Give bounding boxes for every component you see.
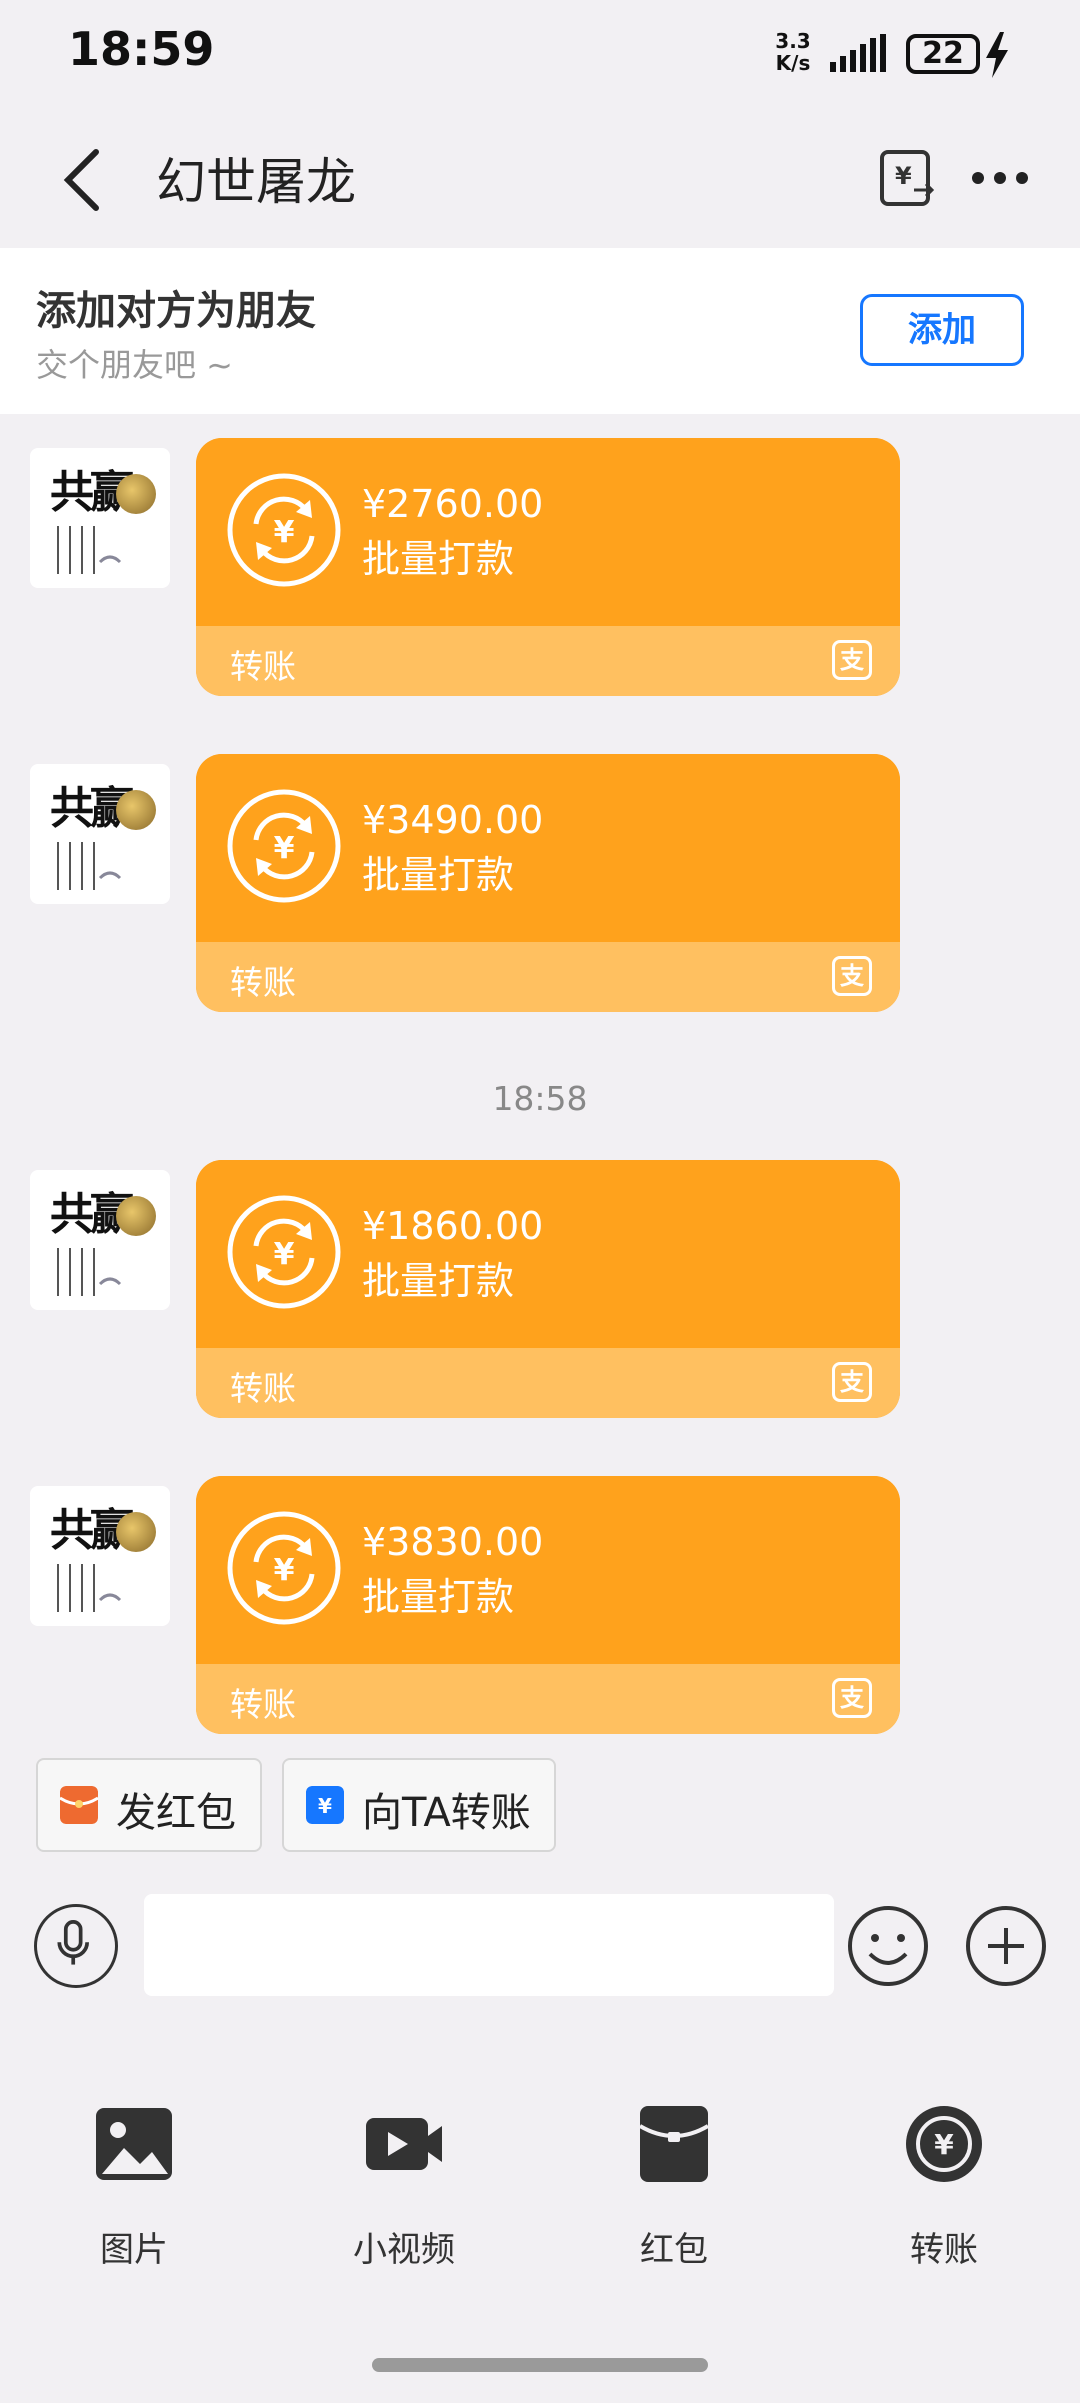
svg-text:¥: ¥ [934, 2128, 954, 2161]
back-icon[interactable] [56, 140, 116, 220]
avatar-moon-graphic [116, 1196, 156, 1236]
avatar-calligraphy-graphic [57, 842, 122, 890]
banner-title: 添加对方为朋友 [36, 288, 316, 334]
status-time: 18:59 [68, 22, 215, 76]
transfer-description: 批量打款 [362, 1259, 515, 1303]
extension-panel: 图片 小视频 红包 ¥ 转账 [0, 2014, 1080, 2403]
transfer-card[interactable]: ¥ ¥2760.00 批量打款 转账 支 [196, 438, 900, 696]
avatar[interactable]: 共赢 [30, 1170, 170, 1310]
panel-item-image[interactable]: 图片 [24, 2104, 244, 2304]
transfer-label: 转账 [230, 647, 296, 686]
svg-text:¥: ¥ [274, 1237, 295, 1272]
send-red-envelope-label: 发红包 [116, 1790, 236, 1836]
transfer-yuan-icon: ¥ [227, 1195, 341, 1309]
avatar-calligraphy-graphic [57, 526, 122, 574]
alipay-icon: 支 [832, 640, 872, 680]
transfer-message: 共赢 ¥ ¥3830.00 批量打款 转账 支 [0, 1476, 1080, 1734]
red-packet-icon [638, 2106, 710, 2182]
transfer-card-body: ¥ ¥2760.00 批量打款 [196, 438, 900, 626]
microphone-icon [57, 1920, 89, 1965]
emoji-icon[interactable] [846, 1904, 930, 1988]
transfer-card-body: ¥ ¥3490.00 批量打款 [196, 754, 900, 942]
transfer-label: 转账 [230, 1369, 296, 1408]
image-icon [96, 2108, 172, 2180]
transfer-amount: ¥3490.00 [362, 798, 544, 842]
transfer-message: 共赢 ¥ ¥1860.00 批量打款 转账 支 [0, 1160, 1080, 1420]
panel-item-red-packet[interactable]: 红包 [564, 2104, 784, 2304]
add-friend-banner: 添加对方为朋友 交个朋友吧 ~ 添加 [0, 248, 1080, 414]
panel-item-label: 图片 [100, 2230, 168, 2270]
svg-text:¥: ¥ [274, 1553, 295, 1588]
message-input-bar [0, 1864, 1080, 2014]
panel-item-label: 红包 [640, 2230, 708, 2270]
transfer-description: 批量打款 [362, 853, 515, 897]
red-envelope-icon [60, 1786, 98, 1824]
alipay-icon: 支 [832, 1678, 872, 1718]
signal-icon [830, 34, 886, 72]
banner-subtitle: 交个朋友吧 ~ [36, 346, 233, 384]
avatar-calligraphy-graphic [57, 1248, 122, 1296]
transfer-card-footer: 转账 支 [196, 1664, 900, 1734]
avatar[interactable]: 共赢 [30, 448, 170, 588]
transfer-to-ta-button[interactable]: ¥ 向TA转账 [282, 1758, 556, 1852]
message-input[interactable] [144, 1894, 834, 1996]
chat-title: 幻世屠龙 [156, 153, 356, 211]
transfer-amount: ¥2760.00 [362, 482, 544, 526]
avatar-calligraphy-graphic [57, 1564, 122, 1612]
transfer-icon: ¥ [306, 1786, 344, 1824]
avatar-moon-graphic [116, 474, 156, 514]
alipay-icon: 支 [832, 1362, 872, 1402]
transfer-card[interactable]: ¥ ¥3830.00 批量打款 转账 支 [196, 1476, 900, 1734]
transfer-card-footer: 转账 支 [196, 942, 900, 1012]
more-options-icon[interactable] [968, 166, 1032, 190]
battery-indicator: 22 [906, 34, 980, 74]
transfer-card[interactable]: ¥ ¥3490.00 批量打款 转账 支 [196, 754, 900, 1012]
transfer-description: 批量打款 [362, 1575, 515, 1619]
chat-messages[interactable]: 共赢 ¥ ¥2760.00 批量打款 转账 支 共赢 ¥ ¥3490.00 批量… [0, 414, 1080, 1734]
charging-icon [986, 32, 1008, 78]
message-timestamp: 18:58 [492, 1079, 588, 1118]
avatar-moon-graphic [116, 790, 156, 830]
plus-icon[interactable] [964, 1904, 1048, 1988]
home-indicator[interactable] [372, 2358, 708, 2372]
status-bar: 18:59 3.3 K/s 22 [0, 0, 1080, 110]
transfer-message: 共赢 ¥ ¥3490.00 批量打款 转账 支 [0, 754, 1080, 1014]
transfer-yuan-icon: ¥ [227, 1511, 341, 1625]
video-icon [366, 2118, 442, 2170]
transfer-card-footer: 转账 支 [196, 626, 900, 696]
alipay-icon: 支 [832, 956, 872, 996]
svg-text:¥: ¥ [318, 1794, 332, 1818]
transfer-circle-icon: ¥ [906, 2106, 982, 2182]
transfer-card-body: ¥ ¥3830.00 批量打款 [196, 1476, 900, 1664]
svg-text:¥: ¥ [274, 515, 295, 550]
transfer-yuan-icon: ¥ [227, 473, 341, 587]
transfer-label: 转账 [230, 963, 296, 1002]
transfer-amount: ¥1860.00 [362, 1204, 544, 1248]
transfer-card[interactable]: ¥ ¥1860.00 批量打款 转账 支 [196, 1160, 900, 1418]
panel-item-label: 转账 [910, 2230, 978, 2270]
transfer-message: 共赢 ¥ ¥2760.00 批量打款 转账 支 [0, 438, 1080, 698]
chat-header: 幻世屠龙 ¥ [0, 110, 1080, 250]
transfer-description: 批量打款 [362, 537, 515, 581]
transfer-card-body: ¥ ¥1860.00 批量打款 [196, 1160, 900, 1348]
svg-text:¥: ¥ [895, 162, 912, 190]
add-friend-button[interactable]: 添加 [860, 294, 1024, 366]
panel-item-transfer[interactable]: ¥ 转账 [834, 2104, 1054, 2304]
avatar-moon-graphic [116, 1512, 156, 1552]
quick-actions-bar: 发红包 ¥ 向TA转账 [0, 1734, 1080, 1864]
send-red-envelope-button[interactable]: 发红包 [36, 1758, 262, 1852]
currency-exchange-icon[interactable]: ¥ [878, 146, 938, 210]
transfer-yuan-icon: ¥ [227, 789, 341, 903]
network-speed: 3.3 K/s [775, 29, 811, 75]
transfer-label: 转账 [230, 1685, 296, 1724]
avatar[interactable]: 共赢 [30, 764, 170, 904]
transfer-card-footer: 转账 支 [196, 1348, 900, 1418]
transfer-amount: ¥3830.00 [362, 1520, 544, 1564]
panel-item-label: 小视频 [353, 2230, 455, 2270]
svg-text:¥: ¥ [274, 831, 295, 866]
transfer-to-ta-label: 向TA转账 [362, 1790, 531, 1836]
voice-input-button[interactable] [34, 1904, 118, 1988]
avatar[interactable]: 共赢 [30, 1486, 170, 1626]
panel-item-video[interactable]: 小视频 [294, 2104, 514, 2304]
